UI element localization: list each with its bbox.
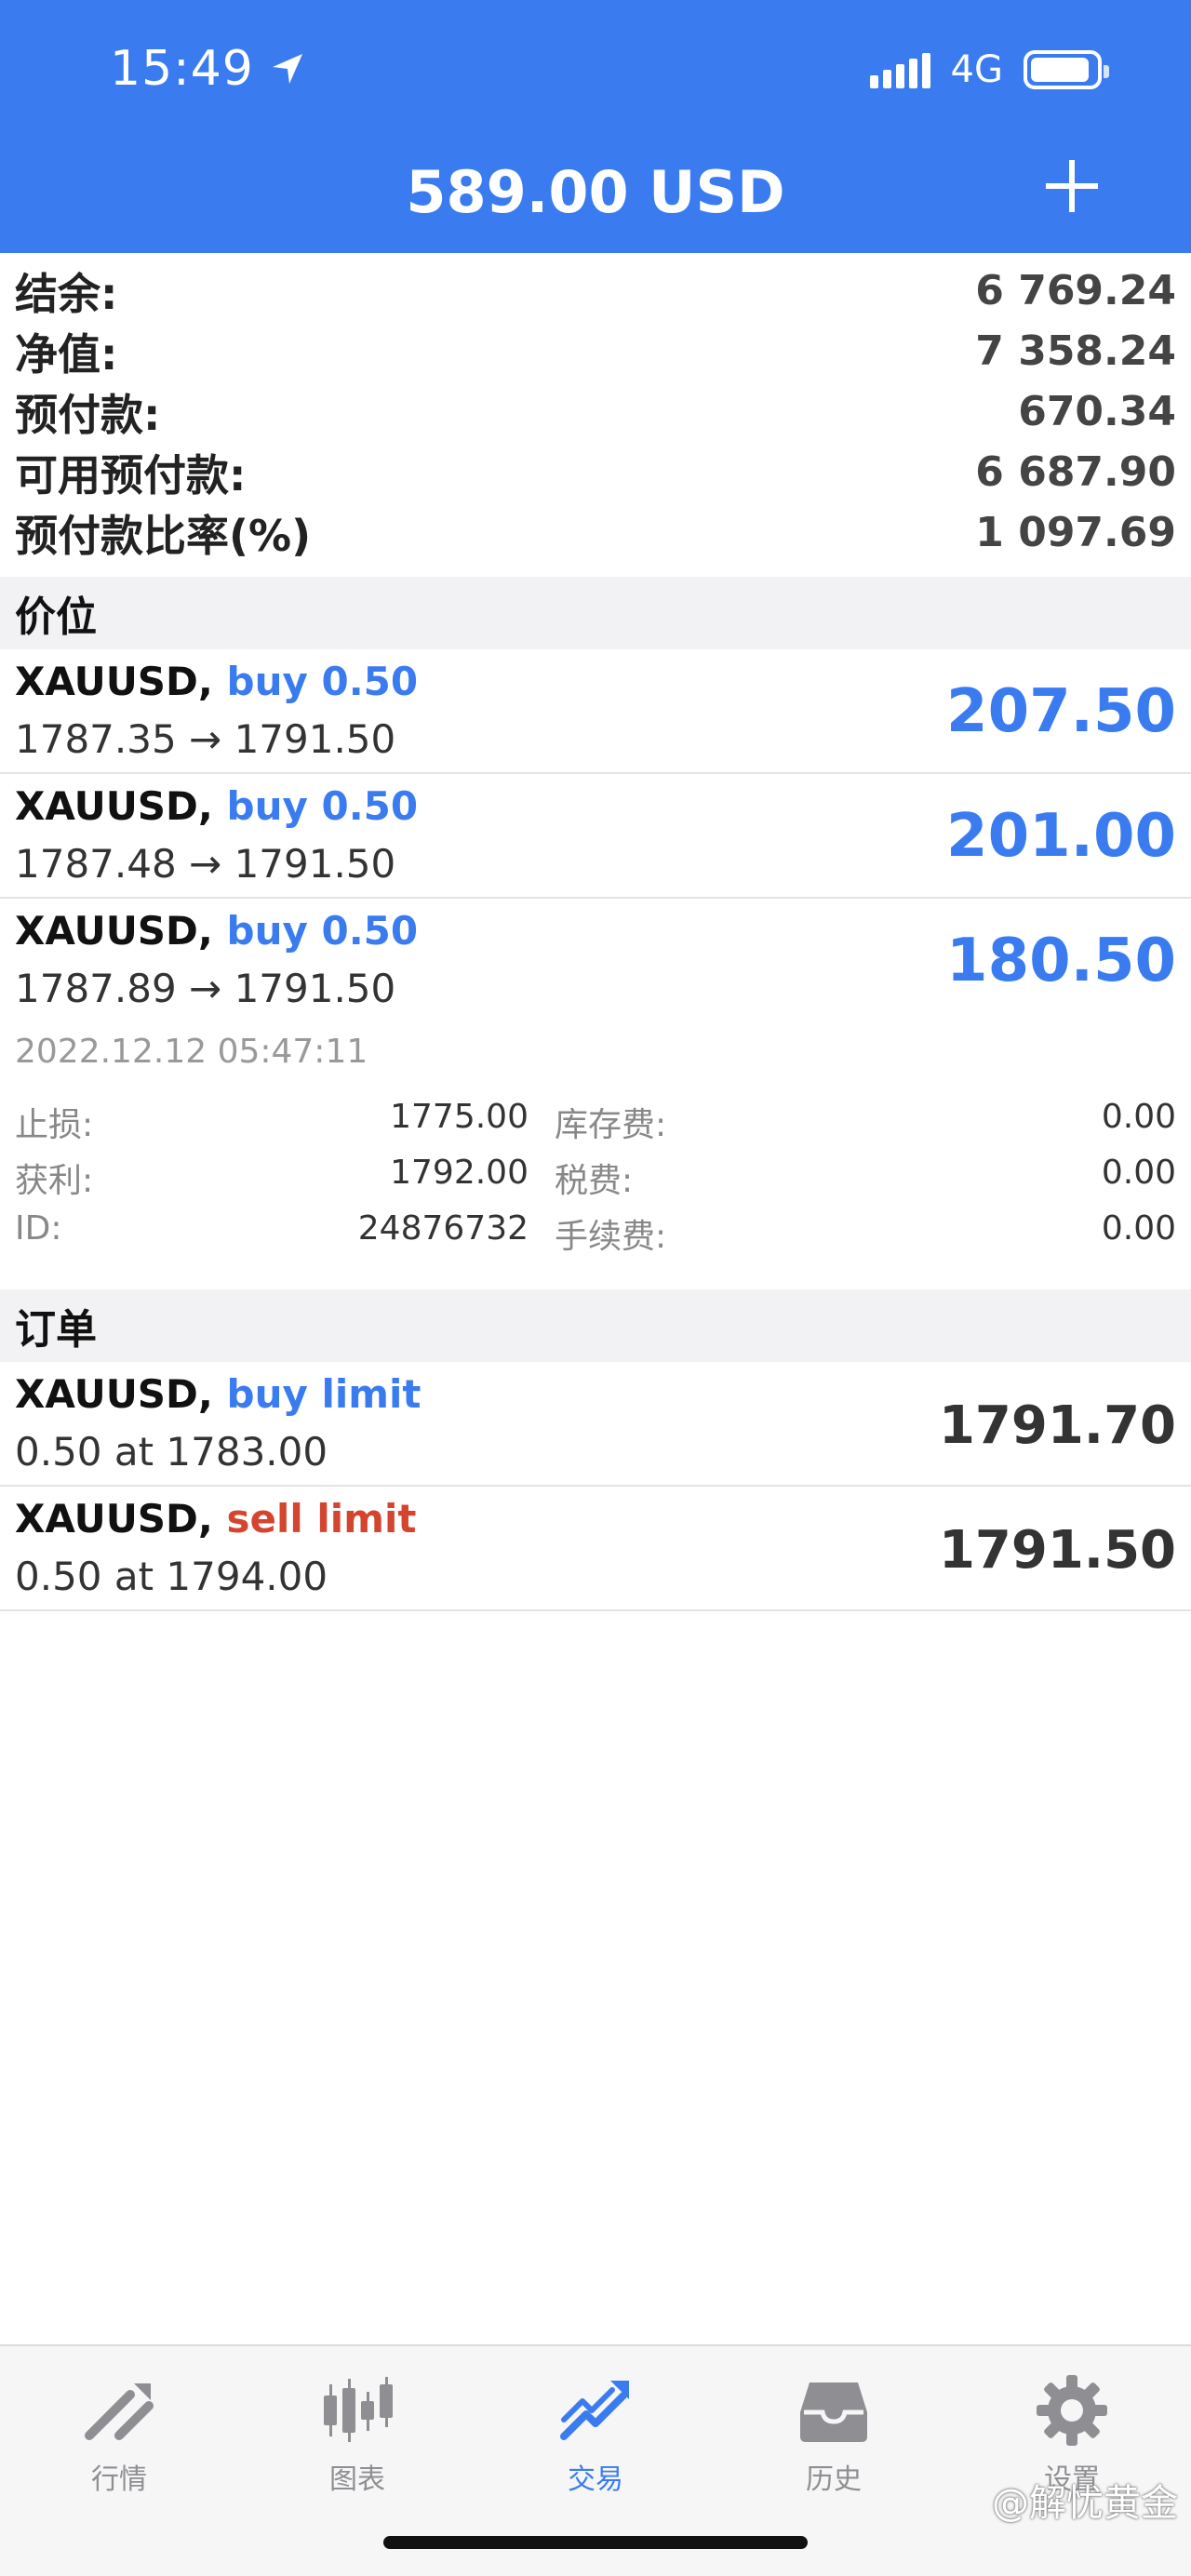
summary-value: 1 097.69: [975, 509, 1176, 556]
tab-label: 交易: [568, 2463, 623, 2496]
summary-row-balance: 结余: 6 769.24: [0, 260, 1191, 321]
orders-section-header: 订单: [0, 1289, 1191, 1362]
position-side: buy 0.50: [226, 908, 419, 954]
status-time-text: 15:49: [110, 41, 254, 97]
position-symbol: XAUUSD, buy 0.50: [15, 908, 419, 954]
position-row[interactable]: XAUUSD, buy 0.50 1787.35 → 1791.50 207.5…: [0, 649, 1191, 774]
order-row[interactable]: XAUUSD, sell limit 0.50 at 1794.00 1791.…: [0, 1487, 1191, 1611]
detail-value: 1792.00: [390, 1154, 529, 1192]
tab-quotes[interactable]: 行情: [45, 2372, 194, 2497]
tab-trade[interactable]: 交易: [521, 2372, 670, 2497]
summary-row-equity: 净值: 7 358.24: [0, 321, 1191, 381]
order-symbol: XAUUSD, sell limit: [15, 1496, 417, 1542]
tab-label: 行情: [91, 2463, 147, 2496]
positions-section-header: 价位: [0, 577, 1191, 649]
summary-label: 预付款:: [15, 389, 161, 440]
order-symbol: XAUUSD, buy limit: [15, 1371, 422, 1417]
detail-label: 库存费:: [555, 1106, 667, 1144]
order-detail: 0.50 at 1783.00: [15, 1429, 328, 1475]
order-row[interactable]: XAUUSD, buy limit 0.50 at 1783.00 1791.7…: [0, 1362, 1191, 1487]
position-profit: 207.50: [946, 677, 1176, 746]
detail-value: 24876732: [357, 1209, 529, 1248]
summary-label: 净值:: [15, 328, 118, 380]
position-row-expanded[interactable]: XAUUSD, buy 0.50 1787.89 → 1791.50 180.5…: [0, 899, 1191, 1023]
tab-label: 历史: [806, 2463, 862, 2496]
position-symbol: XAUUSD, buy 0.50: [15, 783, 419, 829]
order-price: 1791.50: [938, 1520, 1176, 1581]
trade-icon: [521, 2372, 670, 2449]
detail-value: 0.00: [1101, 1209, 1176, 1248]
settings-icon: [997, 2372, 1146, 2449]
signal-icon: [869, 51, 930, 88]
detail-value: 1775.00: [390, 1098, 529, 1136]
position-profit: 180.50: [946, 927, 1176, 995]
summary-label: 预付款比率(%): [15, 510, 312, 561]
tab-chart[interactable]: 图表: [283, 2372, 432, 2497]
account-summary: 结余: 6 769.24 净值: 7 358.24 预付款: 670.34 可用…: [0, 260, 1191, 563]
battery-icon: [1024, 50, 1109, 89]
order-side: buy limit: [226, 1371, 422, 1417]
detail-value: 0.00: [1101, 1098, 1176, 1136]
position-side: buy 0.50: [226, 659, 419, 704]
position-prices: 1787.35 → 1791.50: [15, 716, 396, 762]
detail-row: 止损: 1775.00 库存费: 0.00: [0, 1098, 1191, 1154]
status-time: 15:49: [110, 41, 306, 97]
watermark: @解忧黄金: [992, 2482, 1178, 2525]
summary-row-free-margin: 可用预付款: 6 687.90: [0, 442, 1191, 502]
position-open-time: 2022.12.12 05:47:11: [15, 1033, 368, 1071]
summary-value: 7 358.24: [975, 327, 1176, 375]
detail-row: ID: 24876732 手续费: 0.00: [0, 1209, 1191, 1265]
summary-row-margin: 预付款: 670.34: [0, 381, 1191, 442]
order-side: sell limit: [226, 1496, 417, 1542]
quotes-icon: [45, 2372, 194, 2449]
detail-value: 0.00: [1101, 1154, 1176, 1192]
app-header: 15:49 4G 589.00 USD: [0, 0, 1191, 253]
position-prices: 1787.89 → 1791.50: [15, 966, 396, 1011]
position-symbol: XAUUSD, buy 0.50: [15, 659, 419, 704]
detail-label: 获利:: [15, 1162, 94, 1200]
summary-label: 可用预付款:: [15, 449, 247, 501]
order-detail: 0.50 at 1794.00: [15, 1554, 328, 1599]
add-order-button[interactable]: [1042, 156, 1102, 216]
detail-label: 手续费:: [555, 1218, 667, 1256]
summary-value: 6 769.24: [975, 267, 1176, 314]
position-side: buy 0.50: [226, 783, 419, 829]
tab-label: 图表: [329, 2463, 385, 2496]
summary-label: 结余:: [15, 268, 118, 319]
position-prices: 1787.48 → 1791.50: [15, 841, 396, 887]
status-indicators: 4G: [869, 48, 1109, 91]
summary-value: 6 687.90: [975, 448, 1176, 496]
network-type: 4G: [950, 48, 1003, 91]
location-arrow-icon: [272, 54, 302, 84]
summary-row-margin-level: 预付款比率(%) 1 097.69: [0, 502, 1191, 563]
page-title: 589.00 USD: [406, 158, 785, 226]
position-profit: 201.00: [946, 802, 1176, 871]
detail-row: 获利: 1792.00 税费: 0.00: [0, 1154, 1191, 1209]
position-detail: 2022.12.12 05:47:11 止损: 1775.00 库存费: 0.0…: [0, 1023, 1191, 1284]
order-price: 1791.70: [938, 1395, 1176, 1456]
summary-value: 670.34: [1018, 388, 1176, 435]
history-icon: [759, 2372, 908, 2449]
detail-label: 止损:: [15, 1106, 94, 1144]
detail-label: 税费:: [555, 1162, 634, 1200]
tab-history[interactable]: 历史: [759, 2372, 908, 2497]
chart-icon: [283, 2372, 432, 2449]
position-row[interactable]: XAUUSD, buy 0.50 1787.48 → 1791.50 201.0…: [0, 774, 1191, 899]
detail-label: ID:: [15, 1209, 62, 1248]
home-indicator[interactable]: [383, 2536, 808, 2549]
